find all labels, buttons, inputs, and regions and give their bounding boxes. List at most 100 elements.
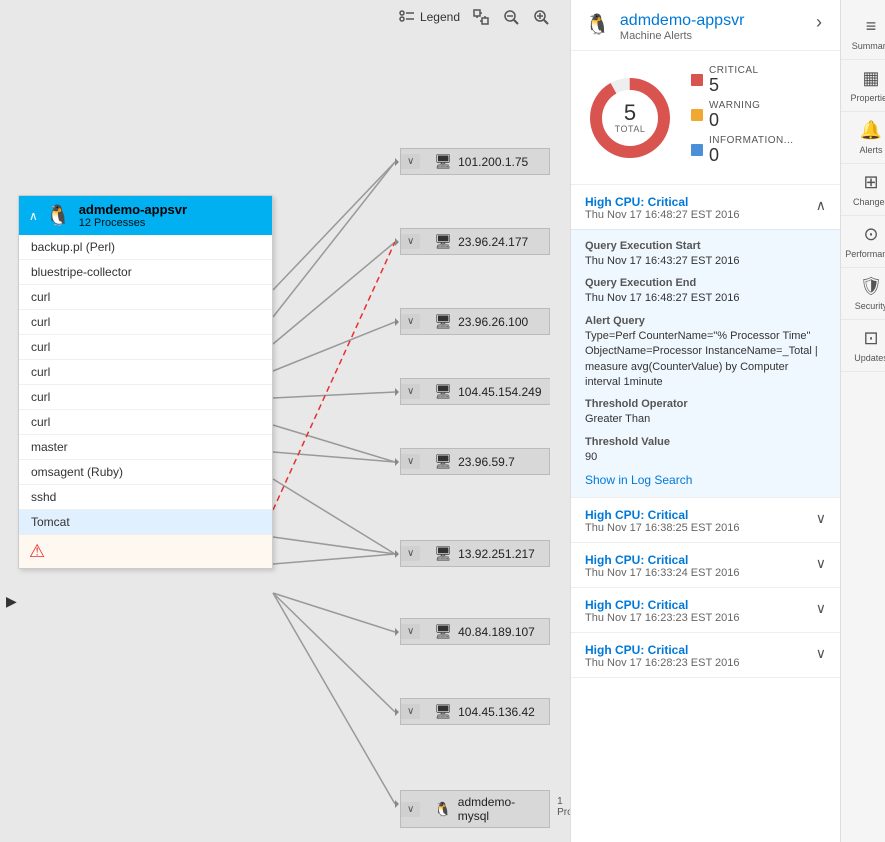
side-icon-label-4: Performance: [845, 249, 885, 259]
alert-time-3: Thu Nov 17 16:23:23 EST 2016: [585, 612, 816, 624]
side-icon-bar: ≡ Summary ▦Properties🔔Alerts ⊞ Changes ⊙ Perfo…: [840, 0, 885, 842]
side-icon-changes[interactable]: ⊞ Changes: [841, 164, 885, 216]
process-item-8[interactable]: master: [19, 435, 272, 460]
alert-item-2: High CPU: CriticalThu Nov 17 16:33:24 ES…: [571, 543, 840, 588]
selected-indicator: ▶: [6, 593, 17, 610]
alert-expand-icon-3[interactable]: ∨: [816, 600, 826, 617]
detail-label: Threshold Value: [585, 436, 826, 448]
side-icon-label-6: Updates: [854, 353, 885, 363]
security-icon: 🛡: [860, 276, 883, 297]
remote-node-3[interactable]: ∨🖥104.45.154.249: [400, 378, 550, 405]
donut-total: 5: [615, 102, 646, 124]
critical-dot: [691, 74, 703, 86]
changes-icon: ⊞: [863, 172, 878, 193]
node-header[interactable]: ∧ 🐧 admdemo-appsvr 12 Processes: [19, 196, 272, 235]
zoom-in-button[interactable]: [532, 8, 550, 26]
process-item-9[interactable]: omsagent (Ruby): [19, 460, 272, 485]
remote-node-5[interactable]: ∨🖥13.92.251.217: [400, 540, 550, 567]
alert-title-1: High CPU: Critical: [585, 508, 816, 522]
remote-node-2[interactable]: ∨🖥23.96.26.100: [400, 308, 550, 335]
alert-header-4[interactable]: High CPU: CriticalThu Nov 17 16:28:23 ES…: [571, 633, 840, 677]
panel-machine-subtitle: Machine Alerts: [620, 30, 802, 42]
alert-item-0: High CPU: CriticalThu Nov 17 16:48:27 ES…: [571, 185, 840, 498]
remote-node-1[interactable]: ∨🖥23.96.24.177: [400, 228, 550, 255]
alert-expand-icon-1[interactable]: ∨: [816, 510, 826, 527]
process-item-7[interactable]: curl: [19, 410, 272, 435]
show-log-search-link[interactable]: Show in Log Search: [585, 473, 692, 487]
process-item-0[interactable]: backup.pl (Perl): [19, 235, 272, 260]
side-icon-alerts[interactable]: 🔔Alerts: [841, 112, 885, 164]
side-icon-summary[interactable]: ≡ Summary: [841, 8, 885, 60]
process-item-6[interactable]: curl: [19, 385, 272, 410]
summary-icon: ≡: [866, 16, 877, 37]
alert-item-1: High CPU: CriticalThu Nov 17 16:38:25 ES…: [571, 498, 840, 543]
legend-icon: [398, 8, 416, 26]
fit-button[interactable]: [472, 8, 490, 26]
process-item-3[interactable]: curl: [19, 310, 272, 335]
side-icon-security[interactable]: 🛡 Security: [841, 268, 885, 320]
detail-row: Threshold OperatorGreater Than: [585, 398, 826, 427]
warning-icon: ⚠: [29, 541, 45, 561]
alert-expand-icon-0[interactable]: ∧: [816, 197, 826, 214]
warning-count: 0: [709, 111, 760, 129]
side-icon-label-1: Properties: [850, 93, 885, 103]
remote-node-6[interactable]: ∨🖥40.84.189.107: [400, 618, 550, 645]
node-subtitle: 12 Processes: [79, 217, 187, 229]
alert-item-4: High CPU: CriticalThu Nov 17 16:28:23 ES…: [571, 633, 840, 678]
alert-time-4: Thu Nov 17 16:28:23 EST 2016: [585, 657, 816, 669]
alert-expand-icon-2[interactable]: ∨: [816, 555, 826, 572]
topology-canvas: Legend: [0, 0, 570, 842]
side-icon-performance[interactable]: ⊙ Performance: [841, 216, 885, 268]
process-item-4[interactable]: curl: [19, 335, 272, 360]
fit-icon: [472, 8, 490, 26]
alert-header-3[interactable]: High CPU: CriticalThu Nov 17 16:23:23 ES…: [571, 588, 840, 632]
alert-expand-icon-4[interactable]: ∨: [816, 645, 826, 662]
legend-button[interactable]: Legend: [398, 8, 460, 26]
detail-row: Query Execution EndThu Nov 17 16:48:27 E…: [585, 277, 826, 306]
process-item-10[interactable]: sshd: [19, 485, 272, 510]
main-node: ∧ 🐧 admdemo-appsvr 12 Processes backup.p…: [18, 195, 273, 569]
detail-row: Alert Query Type=Perf CounterName="% Proc…: [585, 315, 826, 391]
alert-title-2: High CPU: Critical: [585, 553, 816, 567]
process-item-5[interactable]: curl: [19, 360, 272, 385]
side-icon-label-0: Summary: [852, 41, 885, 51]
zoom-out-button[interactable]: [502, 8, 520, 26]
alert-title-4: High CPU: Critical: [585, 643, 816, 657]
detail-label: Alert Query: [585, 315, 826, 327]
process-item-1[interactable]: bluestripe-collector: [19, 260, 272, 285]
remote-node-8[interactable]: ∨🐧admdemo-mysql1 Processes: [400, 790, 550, 828]
detail-label: Query Execution End: [585, 277, 826, 289]
alert-header-1[interactable]: High CPU: CriticalThu Nov 17 16:38:25 ES…: [571, 498, 840, 542]
alert-summary: 5 TOTAL CRITICAL 5 WARNING 0: [571, 51, 840, 185]
process-item-11[interactable]: Tomcat: [19, 510, 272, 534]
side-icon-properties[interactable]: ▦Properties: [841, 60, 885, 112]
detail-value: Thu Nov 17 16:43:27 EST 2016: [585, 254, 826, 269]
side-icon-label-3: Changes: [853, 197, 885, 207]
remote-node-7[interactable]: ∨🖥104.45.136.42: [400, 698, 550, 725]
remote-node-0[interactable]: ∨🖥101.200.1.75: [400, 148, 550, 175]
process-item-2[interactable]: curl: [19, 285, 272, 310]
detail-value: Type=Perf CounterName="% Processor Time"…: [585, 329, 826, 391]
alert-header-0[interactable]: High CPU: CriticalThu Nov 17 16:48:27 ES…: [571, 185, 840, 229]
process-list: backup.pl (Perl)bluestripe-collectorcurl…: [19, 235, 272, 534]
alert-item-3: High CPU: CriticalThu Nov 17 16:23:23 ES…: [571, 588, 840, 633]
alert-title-3: High CPU: Critical: [585, 598, 816, 612]
side-icon-updates[interactable]: ⊡Updates: [841, 320, 885, 372]
performance-icon: ⊙: [863, 224, 878, 245]
detail-row: Threshold Value90: [585, 436, 826, 465]
side-icon-label-5: Security: [855, 301, 885, 311]
critical-count: 5: [709, 76, 759, 94]
zoom-out-icon: [502, 8, 520, 26]
donut-chart: 5 TOTAL: [585, 73, 675, 163]
alert-time-2: Thu Nov 17 16:33:24 EST 2016: [585, 567, 816, 579]
panel-linux-icon: 🐧: [585, 12, 610, 37]
donut-total-label: TOTAL: [615, 124, 646, 134]
remote-node-4[interactable]: ∨🖥23.96.59.7: [400, 448, 550, 475]
node-footer: ⚠: [19, 534, 272, 568]
detail-value: Greater Than: [585, 412, 826, 427]
collapse-icon[interactable]: ∧: [29, 209, 38, 223]
alert-header-2[interactable]: High CPU: CriticalThu Nov 17 16:33:24 ES…: [571, 543, 840, 587]
panel-back-button[interactable]: ›: [812, 12, 826, 33]
right-panel: 🐧 admdemo-appsvr Machine Alerts › 5 TOTA…: [570, 0, 840, 842]
zoom-in-icon: [532, 8, 550, 26]
